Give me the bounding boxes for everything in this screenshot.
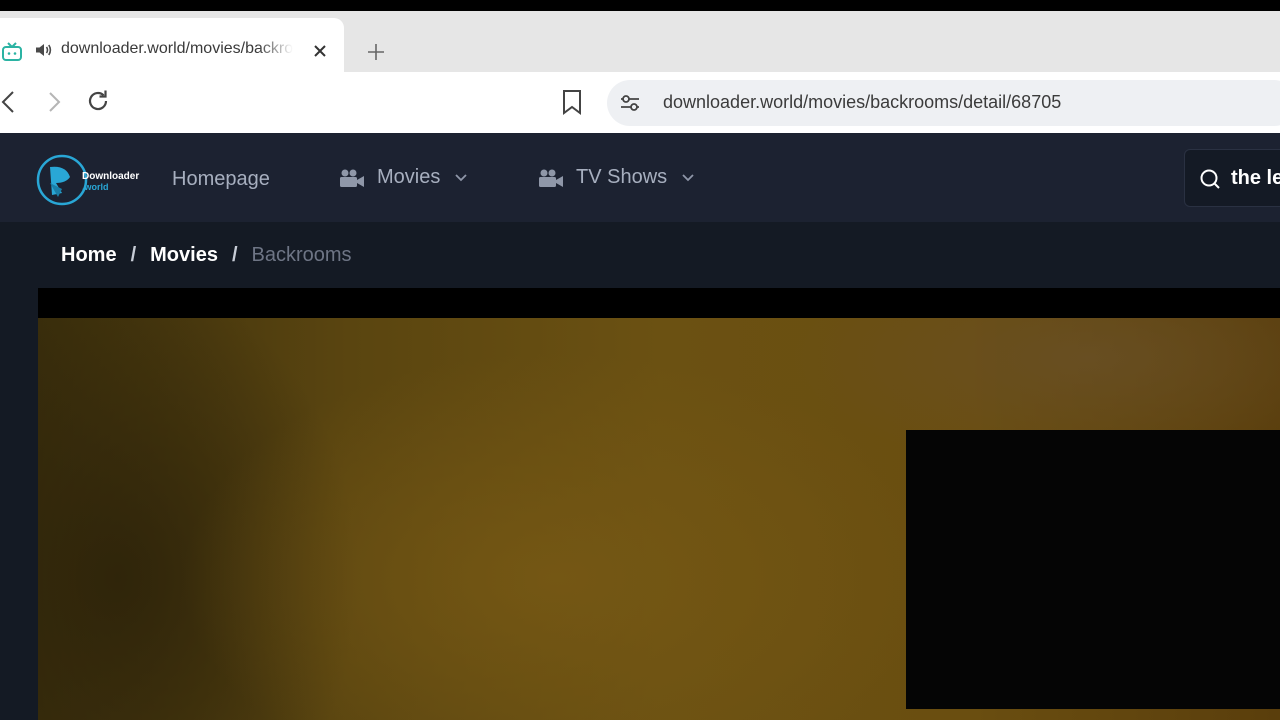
breadcrumb-separator: / [130, 244, 137, 266]
chevron-down-icon [682, 173, 694, 181]
window-top-strip [0, 0, 1280, 11]
breadcrumb-home[interactable]: Home [61, 244, 117, 267]
close-icon[interactable] [310, 41, 330, 61]
nav-tv-shows-label: TV Shows [576, 166, 668, 188]
tv-favicon-icon [2, 42, 22, 61]
browser-toolbar: downloader.world/movies/backrooms/detail… [0, 72, 1280, 133]
breadcrumb-movies[interactable]: Movies [150, 244, 218, 267]
svg-text:Downloader: Downloader [82, 171, 139, 182]
nav-movies-dropdown[interactable]: Movies [339, 166, 468, 189]
tab-title: downloader.world/movies/backrooms/detail… [61, 40, 293, 57]
site-settings-icon[interactable] [619, 92, 641, 114]
browser-tab[interactable]: downloader.world/movies/backrooms/detail… [0, 18, 344, 72]
downloader-world-logo[interactable]: Downloader .world [36, 153, 146, 207]
search-value: the le [1231, 167, 1280, 189]
address-bar[interactable]: downloader.world/movies/backrooms/detail… [607, 80, 1280, 126]
bookmark-icon[interactable] [560, 88, 584, 116]
breadcrumb-current: Backrooms [251, 244, 352, 266]
speaker-icon[interactable] [33, 40, 53, 60]
chevron-down-icon [455, 173, 467, 181]
nav-homepage-label: Homepage [172, 168, 270, 190]
breadcrumb-bar: Home / Movies / Backrooms [0, 222, 1280, 288]
nav-homepage-link[interactable]: Homepage [172, 168, 270, 191]
left-gutter [0, 288, 38, 720]
nav-tv-shows-dropdown[interactable]: TV Shows [538, 166, 695, 189]
hero-top-bar [38, 288, 1280, 318]
tab-bar: downloader.world/movies/backrooms/detail… [0, 11, 1280, 72]
video-player-panel[interactable] [906, 430, 1280, 709]
search-icon [1200, 169, 1220, 189]
video-camera-icon [340, 169, 364, 187]
forward-arrow-icon[interactable] [40, 88, 68, 116]
svg-text:.world: .world [82, 182, 109, 192]
nav-movies-label: Movies [377, 166, 441, 188]
breadcrumb: Home / Movies / Backrooms [61, 244, 352, 267]
back-arrow-icon[interactable] [0, 88, 24, 116]
video-camera-icon [539, 169, 563, 187]
breadcrumb-separator: / [231, 244, 238, 266]
site-navbar: Downloader .world Homepage Movies TV Sho… [0, 133, 1280, 222]
reload-icon[interactable] [84, 87, 112, 115]
new-tab-plus-icon[interactable] [365, 41, 387, 63]
address-url[interactable]: downloader.world/movies/backrooms/detail… [663, 92, 1061, 113]
search-input[interactable]: the le [1184, 149, 1280, 207]
